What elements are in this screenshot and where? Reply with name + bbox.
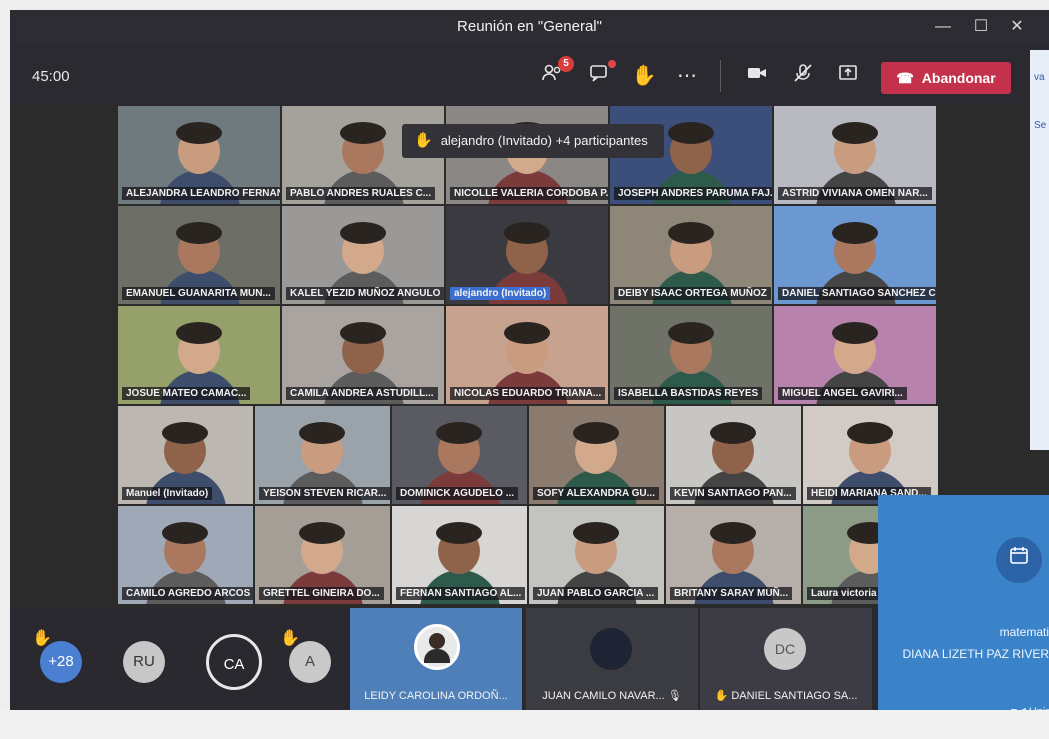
participant-name: ✋ DANIEL SANTIAGO SA... xyxy=(714,690,858,702)
participant-name: CAMILO AGREDO ARCOS xyxy=(122,587,253,600)
avatar[interactable]: A xyxy=(289,641,331,683)
video-tile[interactable]: FERNAN SANTIAGO AL... xyxy=(392,506,527,604)
meeting-toolbar: 45:00 5 ✋ ⋯ ☎ Abandonar xyxy=(10,44,1049,106)
window-title: Reunión en "General" xyxy=(457,18,602,35)
overflow-participants-button[interactable]: +28 xyxy=(40,641,82,683)
background-text: Se xyxy=(1034,120,1047,131)
toolbar-separator xyxy=(720,60,721,92)
chat-unread-dot xyxy=(608,60,616,68)
video-tile[interactable]: ALEJANDRA LEANDRO FERNANDEZ... xyxy=(118,106,280,204)
participant-name: JOSEPH ANDRES PARUMA FAJ... xyxy=(614,187,772,200)
participants-badge: 5 xyxy=(558,56,574,72)
video-tile[interactable]: Manuel (Invitado) xyxy=(118,406,253,504)
video-tile[interactable]: EMANUEL GUANARITA MUN... xyxy=(118,206,280,304)
chat-icon[interactable] xyxy=(585,60,616,90)
participant-tile[interactable]: JUAN CAMILO NAVAR... 🎙 xyxy=(526,608,698,710)
close-icon[interactable]: ✕ xyxy=(1004,16,1030,38)
video-tile[interactable]: BRITANY SARAY MUÑ... xyxy=(666,506,801,604)
participant-tile[interactable]: LEIDY CAROLINA ORDOÑ... xyxy=(350,608,522,710)
video-tile[interactable]: SOFY ALEXANDRA GU... xyxy=(529,406,664,504)
video-tile[interactable]: JUAN PABLO GARCIA ... xyxy=(529,506,664,604)
video-tile[interactable]: alejandro (Invitado) xyxy=(446,206,608,304)
video-tile[interactable]: JOSUE MATEO CAMAC... xyxy=(118,306,280,404)
participant-name: FERNAN SANTIAGO AL... xyxy=(396,587,526,600)
meeting-title: matemati xyxy=(999,625,1049,639)
participant-name: KALEL YEZID MUÑOZ ANGULO xyxy=(286,287,444,300)
video-tile[interactable]: YEISON STEVEN RICAR... xyxy=(255,406,390,504)
participant-strip: ✋ +28 RU CA ✋ A LEIDY CAROLINA ORDOÑ... … xyxy=(10,608,890,710)
meeting-info-card[interactable]: matemati DIANA LIZETH PAZ RIVER ■◀ Unir xyxy=(878,495,1049,739)
share-screen-icon[interactable] xyxy=(834,62,862,90)
participant-name: alejandro (Invitado) xyxy=(450,287,551,300)
video-tile[interactable]: HEIDI MARIANA SAND... xyxy=(803,406,938,504)
camera-icon[interactable] xyxy=(743,62,771,90)
participant-name: MIGUEL ANGEL GAVIRI... xyxy=(778,387,907,400)
video-tile[interactable]: DEIBY ISAAC ORTEGA MUÑOZ xyxy=(610,206,772,304)
avatar[interactable]: CA xyxy=(206,634,262,690)
participant-name: LEIDY CAROLINA ORDOÑ... xyxy=(364,690,508,702)
participants-icon[interactable]: 5 xyxy=(538,56,574,90)
leave-label: Abandonar xyxy=(921,70,996,86)
participant-name: DANIEL SANTIAGO SANCHEZ C... xyxy=(778,287,936,300)
video-tile[interactable]: DANIEL SANTIAGO SANCHEZ C... xyxy=(774,206,936,304)
video-tile[interactable]: KEVIN SANTIAGO PAN... xyxy=(666,406,801,504)
avatar: DC xyxy=(764,628,806,670)
leave-button[interactable]: ☎ Abandonar xyxy=(881,62,1011,94)
video-grid: ALEJANDRA LEANDRO FERNANDEZ... PABLO ANDR… xyxy=(118,106,940,606)
phone-hangup-icon: ☎ xyxy=(896,70,914,86)
participant-name: ISABELLA BASTIDAS REYES xyxy=(614,387,763,400)
participant-name: NICOLLE VALERIA CORDOBA P... xyxy=(450,187,608,200)
video-tile[interactable]: NICOLAS EDUARDO TRIANA... xyxy=(446,306,608,404)
organizer-name: DIANA LIZETH PAZ RIVER xyxy=(902,647,1049,661)
participant-name: JUAN PABLO GARCIA ... xyxy=(533,587,659,600)
video-tile[interactable]: CAMILA ANDREA ASTUDILL... xyxy=(282,306,444,404)
photo-bottom-margin xyxy=(0,710,1049,739)
video-tile[interactable]: ASTRID VIVIANA OMEN NAR... xyxy=(774,106,936,204)
mic-off-icon[interactable] xyxy=(789,62,817,90)
title-bar: Reunión en "General" — ☐ ✕ xyxy=(10,10,1049,44)
participant-name: JOSUE MATEO CAMAC... xyxy=(122,387,251,400)
mic-off-icon: 🎙 xyxy=(667,690,682,702)
video-tile[interactable]: GRETTEL GINEIRA DO... xyxy=(255,506,390,604)
participant-name: BRITANY SARAY MUÑ... xyxy=(670,587,793,600)
participant-name: DEIBY ISAAC ORTEGA MUÑOZ xyxy=(614,287,771,300)
video-tile[interactable]: MIGUEL ANGEL GAVIRI... xyxy=(774,306,936,404)
video-tile[interactable]: KALEL YEZID MUÑOZ ANGULO xyxy=(282,206,444,304)
participant-name: EMANUEL GUANARITA MUN... xyxy=(122,287,275,300)
participant-name: JUAN CAMILO NAVAR... 🎙 xyxy=(542,690,682,702)
participant-name: SOFY ALEXANDRA GU... xyxy=(533,487,659,500)
participant-name: Manuel (Invitado) xyxy=(122,487,213,500)
background-text: va xyxy=(1034,72,1045,83)
video-tile[interactable]: CAMILO AGREDO ARCOS xyxy=(118,506,253,604)
raise-hand-icon: ✋ xyxy=(714,690,729,702)
video-tile[interactable]: DOMINICK AGUDELO ... xyxy=(392,406,527,504)
photo-frame: Reunión en "General" — ☐ ✕ 45:00 5 ✋ ⋯ ☎… xyxy=(0,0,1049,739)
meeting-timer: 45:00 xyxy=(32,68,70,85)
participant-name: YEISON STEVEN RICAR... xyxy=(259,487,390,500)
raised-hands-notification[interactable]: ✋ alejandro (Invitado) +4 participantes xyxy=(402,124,664,158)
participant-name: KEVIN SANTIAGO PAN... xyxy=(670,487,796,500)
avatar xyxy=(590,628,632,670)
participant-name: GRETTEL GINEIRA DO... xyxy=(259,587,384,600)
participant-name: ALEJANDRA LEANDRO FERNANDEZ... xyxy=(122,187,280,200)
raise-hand-icon[interactable]: ✋ xyxy=(630,62,658,90)
participant-name: CAMILA ANDREA ASTUDILL... xyxy=(286,387,438,400)
background-window-edge: va Se xyxy=(1030,50,1049,450)
participant-name: DOMINICK AGUDELO ... xyxy=(396,487,519,500)
raised-hands-text: alejandro (Invitado) +4 participantes xyxy=(440,133,648,148)
avatar xyxy=(414,624,460,670)
minimize-icon[interactable]: — xyxy=(930,16,956,38)
participant-tile[interactable]: DC ✋ DANIEL SANTIAGO SA... xyxy=(700,608,872,710)
avatar[interactable]: RU xyxy=(123,641,165,683)
participant-name: NICOLAS EDUARDO TRIANA... xyxy=(450,387,606,400)
participant-name: PABLO ANDRES RUALES C... xyxy=(286,187,436,200)
calendar-icon xyxy=(996,537,1042,583)
raise-hand-icon: ✋ xyxy=(414,132,433,149)
more-options-icon[interactable]: ⋯ xyxy=(673,62,701,90)
participant-name: ASTRID VIVIANA OMEN NAR... xyxy=(778,187,932,200)
maximize-icon[interactable]: ☐ xyxy=(968,16,994,38)
video-tile[interactable]: ISABELLA BASTIDAS REYES xyxy=(610,306,772,404)
